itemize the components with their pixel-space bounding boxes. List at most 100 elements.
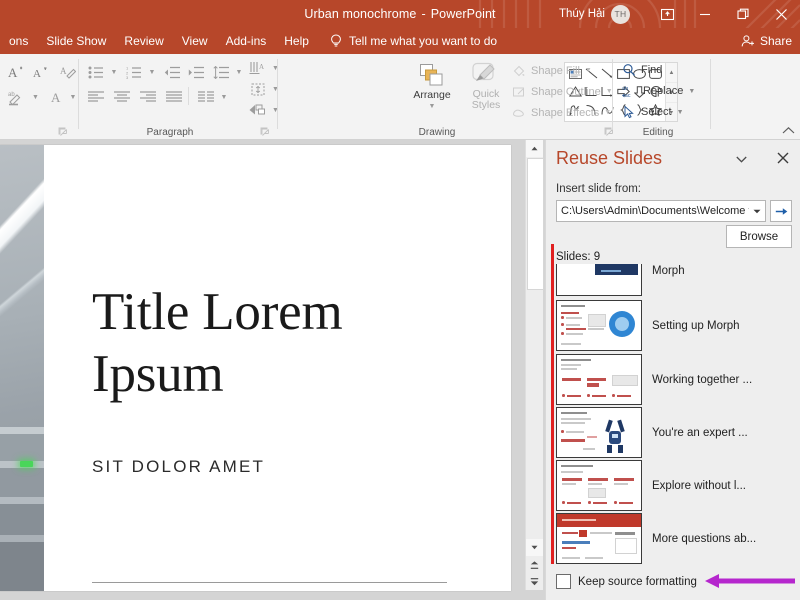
collapse-ribbon-button[interactable]	[782, 126, 795, 137]
arrange-button[interactable]: Arrange ▼	[407, 59, 457, 123]
reuse-slides-thumbnail-list[interactable]: Morph Setting up Morph	[556, 264, 796, 574]
slide-subtitle-placeholder[interactable]: SIT DOLOR AMET	[92, 457, 265, 477]
tab-slide-show[interactable]: Slide Show	[37, 28, 115, 54]
share-label: Share	[760, 34, 792, 48]
list-item[interactable]: Explore without l...	[556, 459, 796, 512]
select-chevron-down-icon: ▼	[677, 109, 684, 116]
line-spacing-dropdown[interactable]: ▼	[232, 60, 246, 84]
tab-view[interactable]: View	[173, 28, 217, 54]
align-center-button[interactable]	[110, 85, 134, 109]
slide-vertical-scrollbar[interactable]	[525, 140, 543, 590]
numbering-dropdown[interactable]: ▼	[145, 60, 159, 84]
numbering-button[interactable]: 1 2 3	[122, 60, 146, 84]
select-button[interactable]: Select ▼	[618, 101, 699, 123]
shape-effects-icon	[512, 106, 526, 120]
convert-to-smartart-button[interactable]	[245, 99, 271, 121]
slide-thumbnail-label: More questions ab...	[652, 533, 756, 545]
close-button[interactable]	[762, 0, 800, 28]
align-text-dropdown[interactable]: ▼	[269, 78, 282, 100]
ribbon: A A A ab	[0, 54, 800, 140]
bullets-button[interactable]	[84, 60, 108, 84]
line-spacing-button[interactable]	[209, 60, 233, 84]
tell-me-search[interactable]: Tell me what you want to do	[330, 28, 497, 54]
lightbulb-icon	[330, 34, 342, 48]
quick-styles-button[interactable]: Quick Styles	[462, 59, 510, 123]
text-highlight-dropdown[interactable]: ▼	[28, 85, 43, 109]
list-item[interactable]: Working together ...	[556, 353, 796, 406]
paragraph-dialog-launcher[interactable]	[260, 127, 270, 137]
chevron-down-icon	[736, 156, 747, 163]
keep-source-formatting-checkbox[interactable]	[556, 574, 571, 589]
clear-formatting-button[interactable]: A	[55, 60, 79, 84]
minimize-button[interactable]	[686, 0, 724, 28]
slide-thumbnail[interactable]	[556, 300, 642, 351]
text-highlight-color-button[interactable]: ab	[3, 85, 29, 109]
replace-button[interactable]: ab ac Replace ▼	[618, 80, 709, 102]
slide-thumbnail-label: You're an expert ...	[652, 427, 748, 439]
text-direction-button[interactable]: A	[245, 57, 271, 79]
arrange-label: Arrange	[413, 90, 450, 101]
slide-title-placeholder[interactable]: Title Lorem Ipsum	[92, 281, 472, 405]
shrink-font-button[interactable]: A	[28, 60, 54, 84]
tab-add-ins[interactable]: Add-ins	[217, 28, 276, 54]
tab-options[interactable]: ons	[0, 28, 37, 54]
justify-button[interactable]	[162, 85, 186, 109]
slide-photo-concrete-stairs	[0, 145, 44, 591]
align-left-button[interactable]	[84, 85, 108, 109]
find-button[interactable]: Find	[618, 59, 695, 81]
svg-text:3: 3	[126, 75, 129, 79]
slide-thumbnail[interactable]	[556, 460, 642, 511]
increase-indent-button[interactable]	[184, 60, 208, 84]
list-item[interactable]: Setting up Morph	[556, 299, 796, 352]
scroll-up-button[interactable]	[526, 140, 543, 157]
pane-close-button[interactable]	[774, 149, 792, 167]
keep-source-formatting-row[interactable]: Keep source formatting	[556, 574, 697, 589]
insert-path-go-button[interactable]	[770, 200, 792, 222]
share-person-icon	[741, 34, 755, 48]
shape-fill-icon	[512, 64, 526, 78]
slide-divider-rule	[92, 582, 447, 583]
decrease-indent-button[interactable]	[160, 60, 184, 84]
decrease-indent-icon	[164, 66, 180, 79]
list-item[interactable]: More questions ab...	[556, 512, 796, 565]
chevron-down-icon[interactable]	[749, 202, 765, 220]
slide-canvas[interactable]: Title Lorem Ipsum SIT DOLOR AMET	[0, 145, 511, 591]
font-dialog-launcher[interactable]	[58, 127, 68, 137]
tab-help[interactable]: Help	[275, 28, 318, 54]
browse-button[interactable]: Browse	[726, 225, 792, 248]
tab-review[interactable]: Review	[115, 28, 172, 54]
scrollbar-thumb[interactable]	[527, 158, 544, 290]
smartart-dropdown[interactable]: ▼	[269, 99, 282, 121]
previous-slide-button[interactable]	[526, 556, 543, 573]
slide-thumbnail[interactable]	[556, 513, 642, 564]
slide-thumbnail[interactable]	[556, 354, 642, 405]
align-right-icon	[140, 91, 156, 103]
columns-button[interactable]	[194, 85, 218, 109]
align-text-button[interactable]	[245, 78, 271, 100]
restore-button[interactable]	[724, 0, 762, 28]
ribbon-display-options-button[interactable]	[648, 0, 686, 28]
arrange-chevron-down-icon: ▼	[429, 103, 436, 110]
font-color-button[interactable]: A	[44, 85, 68, 109]
grow-font-button[interactable]: A	[3, 60, 29, 84]
pane-menu-button[interactable]	[736, 155, 747, 166]
bullets-icon	[88, 66, 104, 79]
insert-path-combobox[interactable]: C:\Users\Admin\Documents\Welcome to F	[556, 200, 766, 222]
shape-fill-button[interactable]: Shape Fill ▼	[508, 60, 609, 81]
slide-thumbnail[interactable]	[556, 264, 642, 296]
align-right-button[interactable]	[136, 85, 160, 109]
bullets-dropdown[interactable]: ▼	[107, 60, 121, 84]
slide-thumbnail[interactable]	[556, 407, 642, 458]
share-button[interactable]: Share	[741, 28, 792, 54]
list-item[interactable]: You're an expert ...	[556, 406, 796, 459]
close-icon	[775, 8, 788, 21]
columns-dropdown[interactable]: ▼	[217, 85, 231, 109]
avatar[interactable]: TH	[611, 5, 630, 24]
list-item[interactable]: Morph	[556, 264, 796, 297]
scroll-down-button[interactable]	[526, 539, 543, 556]
text-direction-dropdown[interactable]: ▼	[269, 57, 282, 79]
reuse-slides-pane: Reuse Slides Insert slide from: C:\Users…	[545, 140, 800, 600]
next-slide-button[interactable]	[526, 573, 543, 590]
ribbon-tab-strip: ons Slide Show Review View Add-ins Help …	[0, 28, 800, 54]
shape-effects-button[interactable]: Shape Effects ▼	[508, 102, 627, 123]
